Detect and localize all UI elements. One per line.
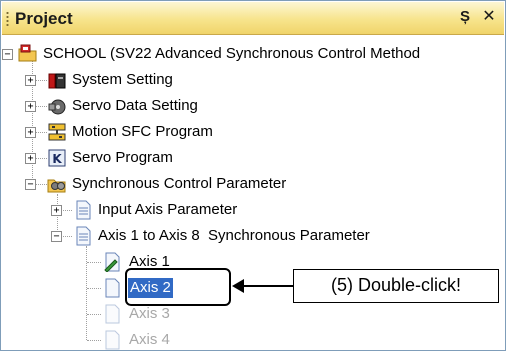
panel-title: Project (15, 9, 73, 28)
expand-input-axis-toggle[interactable]: + (51, 205, 62, 216)
servo-program-icon: K (47, 148, 67, 168)
tree-item-root[interactable]: SCHOOL (SV22 Advanced Synchronous Contro… (43, 44, 420, 64)
expand-servo-data-toggle[interactable]: + (25, 101, 36, 112)
servo-data-icon (47, 96, 67, 116)
pin-icon[interactable]: Ș (456, 7, 474, 27)
tree-item-sync-control-parameter[interactable]: Synchronous Control Parameter (72, 174, 286, 194)
folder-project-icon (18, 43, 38, 63)
arrow-line (241, 285, 294, 287)
expand-servo-program-toggle[interactable]: + (25, 153, 36, 164)
sync-param-folder-icon (47, 174, 67, 194)
edited-document-icon (102, 252, 122, 273)
document-icon (102, 304, 122, 324)
close-icon[interactable]: ✕ (480, 7, 498, 27)
document-icon (73, 226, 93, 246)
collapse-sync-param-toggle[interactable]: − (25, 179, 36, 190)
tree-item-input-axis-parameter[interactable]: Input Axis Parameter (98, 200, 237, 220)
project-panel: Project Ș ✕ − SCHOOL (SV22 Advanced Sync… (0, 0, 506, 351)
tree-item-motion-sfc-program[interactable]: Motion SFC Program (72, 122, 213, 142)
system-setting-icon (47, 70, 67, 90)
document-icon (73, 200, 93, 220)
tree-item-axis-3[interactable]: Axis 3 (129, 304, 170, 324)
tree-item-servo-program[interactable]: Servo Program (72, 148, 173, 168)
collapse-axis-sync-toggle[interactable]: − (51, 231, 62, 242)
tree-item-servo-data-setting[interactable]: Servo Data Setting (72, 96, 198, 116)
tree-item-axis-sync-parameter[interactable]: Axis 1 to Axis 8 Synchronous Parameter (98, 226, 370, 246)
document-icon (102, 278, 122, 298)
document-icon (102, 330, 122, 350)
tree-item-system-setting[interactable]: System Setting (72, 70, 173, 90)
expand-sfc-program-toggle[interactable]: + (25, 127, 36, 138)
expand-system-setting-toggle[interactable]: + (25, 75, 36, 86)
svg-text:K: K (52, 152, 62, 166)
annotation-label: (5) Double-click! (293, 269, 499, 303)
highlight-box (125, 268, 231, 306)
collapse-root-toggle[interactable]: − (2, 49, 13, 60)
tree-item-axis-4[interactable]: Axis 4 (129, 330, 170, 350)
drag-grip-icon[interactable] (6, 11, 9, 27)
panel-title-bar[interactable]: Project Ș ✕ (2, 2, 504, 35)
sfc-program-icon (47, 122, 67, 142)
